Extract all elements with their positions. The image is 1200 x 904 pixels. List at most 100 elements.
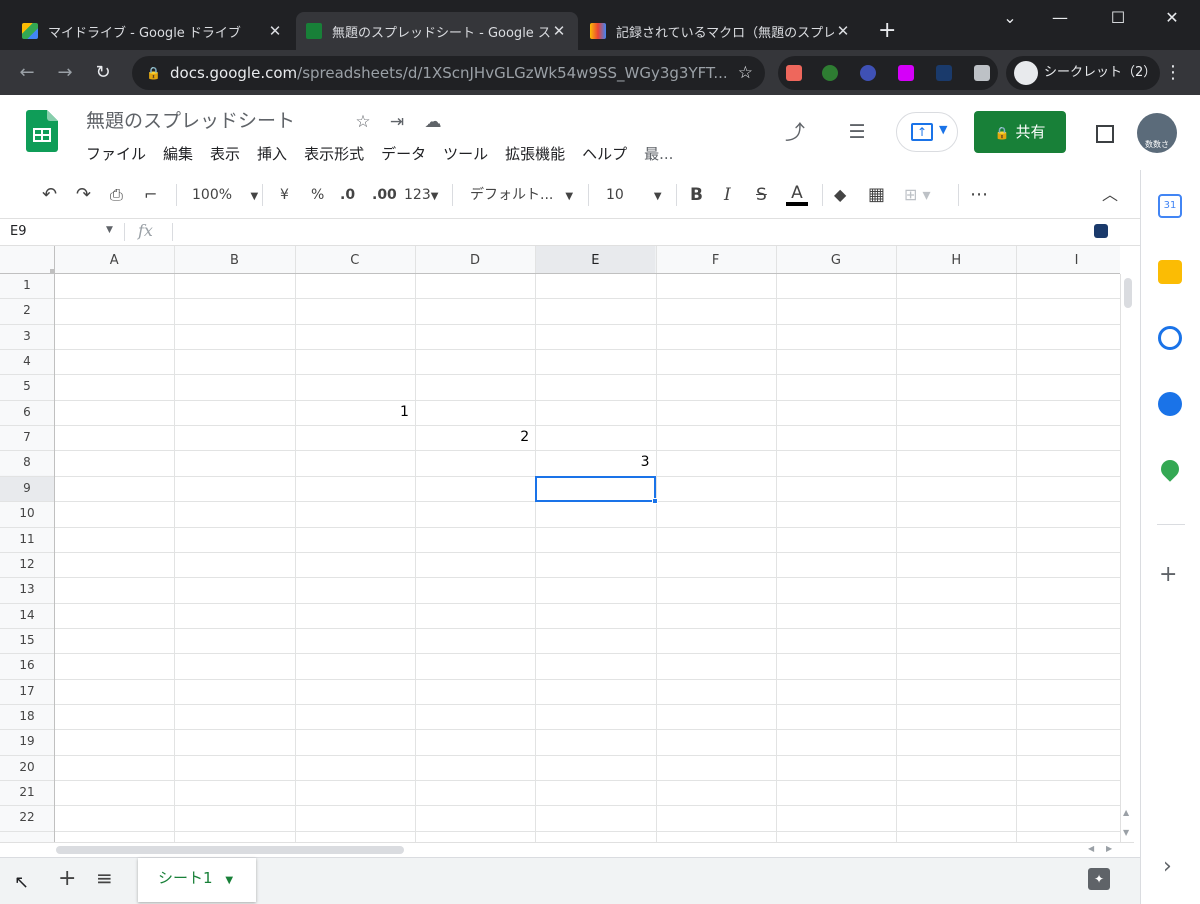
menu-tools[interactable]: ツール (443, 143, 488, 164)
row-header[interactable]: 19 (0, 734, 54, 748)
menu-insert[interactable]: 挿入 (257, 143, 287, 164)
extension-sidebar-icon[interactable] (1094, 224, 1108, 238)
tasks-icon[interactable] (1158, 326, 1182, 350)
column-header[interactable]: H (896, 253, 1016, 268)
font-size-select[interactable]: 10 ▼ (606, 184, 662, 206)
collapse-menus-icon[interactable]: ︿ (1102, 184, 1118, 206)
avatar[interactable]: 数数さ (1137, 113, 1177, 153)
meet-icon[interactable] (1096, 125, 1114, 143)
column-header[interactable]: B (174, 253, 294, 268)
menu-view[interactable]: 表示 (210, 143, 240, 164)
all-sheets-button[interactable]: ≡ (96, 866, 113, 890)
number-format-select[interactable]: 123▼ (404, 184, 438, 206)
cell-value[interactable]: 3 (535, 454, 650, 470)
chevron-down-icon[interactable]: ▼ (106, 225, 113, 235)
column-header[interactable]: E (535, 253, 655, 268)
spreadsheet-grid[interactable]: A B C D E F G H I 1 2 3 4 5 6 7 8 9 10 11 12 13 14 15 16 17 18 19 20… (0, 246, 1120, 842)
row-header[interactable]: 17 (0, 684, 54, 698)
menu-data[interactable]: データ (381, 143, 426, 164)
tab-recorded-macros[interactable]: 記録されているマクロ（無題のスプレッ ✕ (580, 12, 862, 50)
new-tab-button[interactable]: + (878, 18, 896, 43)
keep-icon[interactable] (1158, 260, 1182, 284)
decrease-decimal-button[interactable]: .0 (340, 184, 355, 206)
cloud-saved-icon[interactable]: ☁ (422, 111, 444, 133)
vertical-scrollbar[interactable]: ▲ ▼ (1120, 274, 1134, 842)
close-icon[interactable]: ✕ (550, 22, 568, 40)
move-folder-icon[interactable]: ⇥ (386, 111, 408, 133)
menu-help[interactable]: ヘルプ (582, 143, 627, 164)
scroll-thumb[interactable] (56, 846, 404, 854)
cell-value[interactable]: 2 (415, 429, 529, 445)
row-header[interactable]: 8 (0, 455, 54, 469)
redo-icon[interactable]: ↷ (76, 184, 91, 206)
scroll-right-icon[interactable]: ▶ (1106, 844, 1112, 853)
present-button[interactable]: ↑ ▼ (896, 112, 958, 152)
extension-icon[interactable] (860, 65, 876, 81)
column-header[interactable]: D (415, 253, 535, 268)
puzzle-icon[interactable] (974, 65, 990, 81)
column-header[interactable]: I (1016, 253, 1120, 268)
row-header[interactable]: 16 (0, 658, 54, 672)
extension-icon[interactable] (898, 65, 914, 81)
explore-icon[interactable]: ✦ (1088, 868, 1110, 890)
row-header[interactable]: 6 (0, 405, 54, 419)
row-header[interactable]: 14 (0, 608, 54, 622)
extension-icon[interactable] (786, 65, 802, 81)
close-window-icon[interactable]: ✕ (1160, 6, 1184, 30)
scroll-left-icon[interactable]: ◀ (1088, 844, 1094, 853)
row-header[interactable]: 13 (0, 582, 54, 596)
bold-button[interactable]: B (690, 184, 703, 206)
contacts-icon[interactable] (1158, 392, 1182, 416)
zoom-select[interactable]: 100% ▼ (192, 184, 258, 206)
menu-last-edit[interactable]: 最... (644, 143, 673, 164)
row-header[interactable]: 18 (0, 709, 54, 723)
expand-panel-button[interactable]: › (1163, 854, 1172, 879)
extension-icon[interactable] (822, 65, 838, 81)
horizontal-scrollbar[interactable]: ◀ ▶ (0, 842, 1134, 857)
scroll-down-icon[interactable]: ▼ (1123, 828, 1129, 837)
paint-format-icon[interactable]: ⌐ (144, 184, 157, 206)
cell-value[interactable]: 1 (295, 404, 409, 420)
percent-format-button[interactable]: % (311, 184, 324, 206)
fill-color-icon[interactable]: ◆ (834, 184, 846, 206)
address-bar[interactable]: 🔒 docs.google.com/spreadsheets/d/1XScnJH… (132, 56, 765, 90)
add-sheet-button[interactable]: + (58, 866, 76, 891)
row-header[interactable]: 20 (0, 760, 54, 774)
close-icon[interactable]: ✕ (266, 22, 284, 40)
row-header[interactable]: 11 (0, 532, 54, 546)
print-icon[interactable]: ⎙ (110, 184, 123, 206)
row-header[interactable]: 9 (0, 481, 54, 495)
italic-button[interactable]: I (724, 184, 731, 206)
scroll-thumb[interactable] (1124, 278, 1132, 308)
scroll-up-icon[interactable]: ▲ (1123, 808, 1129, 817)
document-title[interactable]: 無題のスプレッドシート (86, 106, 295, 133)
currency-format-button[interactable]: ¥ (280, 184, 289, 206)
minimize-icon[interactable]: — (1048, 6, 1072, 30)
column-header[interactable]: G (776, 253, 896, 268)
undo-icon[interactable]: ↶ (42, 184, 57, 206)
increase-decimal-button[interactable]: .00 (372, 184, 397, 206)
borders-icon[interactable]: ▦ (868, 184, 885, 206)
row-header[interactable]: 7 (0, 430, 54, 444)
font-select[interactable]: デフォルト... ▼ (470, 184, 573, 206)
forward-icon[interactable]: → (52, 60, 78, 86)
row-header[interactable]: 21 (0, 785, 54, 799)
row-header[interactable]: 15 (0, 633, 54, 647)
bookmark-star-icon[interactable]: ☆ (738, 56, 753, 90)
sheets-logo-icon[interactable] (26, 110, 58, 152)
comments-icon[interactable]: ☰ (846, 121, 868, 143)
name-box[interactable]: E9 (10, 224, 27, 239)
row-header[interactable]: 22 (0, 810, 54, 824)
fill-handle[interactable] (652, 498, 659, 505)
row-header[interactable]: 1 (0, 278, 54, 292)
maps-icon[interactable] (1157, 456, 1183, 482)
activity-trend-icon[interactable]: ⤴ (784, 121, 806, 143)
strikethrough-button[interactable]: S (756, 184, 767, 206)
minimize-window-icon[interactable]: ⌄ (998, 6, 1022, 30)
share-button[interactable]: 🔒 共有 (974, 111, 1066, 153)
maximize-icon[interactable]: ☐ (1106, 6, 1130, 30)
selected-cell[interactable] (535, 475, 659, 505)
text-color-button[interactable]: A (786, 184, 808, 206)
column-header[interactable]: C (295, 253, 415, 268)
sheet-tab[interactable]: シート1 ▼ (138, 858, 256, 902)
